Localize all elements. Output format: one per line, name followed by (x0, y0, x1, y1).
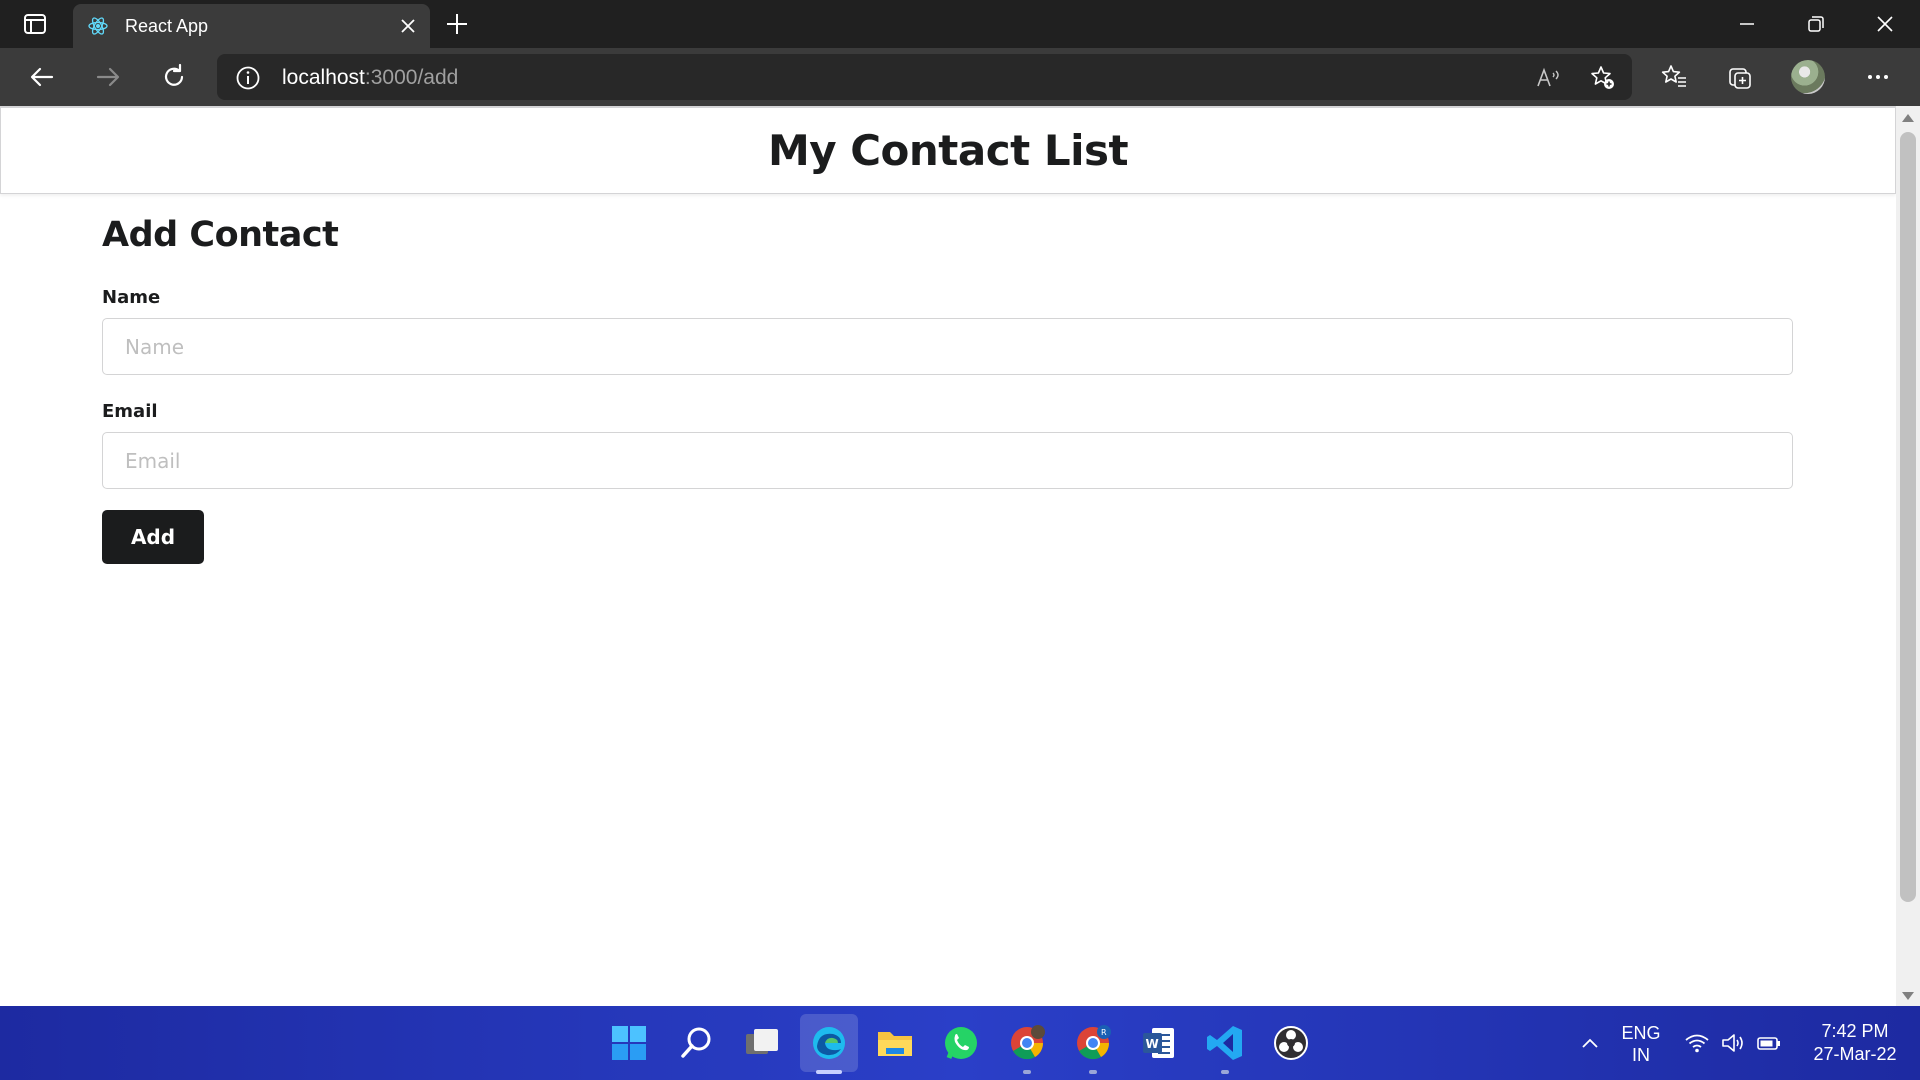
word-icon[interactable]: W (1138, 1022, 1180, 1064)
url-host: localhost (282, 66, 365, 89)
address-bar[interactable]: localhost:3000/add (217, 54, 1632, 100)
back-icon[interactable] (28, 63, 56, 91)
form-title: Add Contact (102, 215, 339, 255)
vscode-running-indicator (1221, 1070, 1229, 1074)
browser-tab-active[interactable]: React App (73, 4, 430, 48)
task-view-icon[interactable] (742, 1022, 784, 1064)
chrome-profile-running-indicator (1089, 1070, 1097, 1074)
collections-icon[interactable] (1726, 63, 1754, 91)
tab-actions-icon[interactable] (22, 12, 48, 36)
refresh-icon[interactable] (160, 63, 188, 91)
edge-icon[interactable] (808, 1022, 850, 1064)
name-input[interactable] (102, 318, 1793, 375)
info-icon[interactable] (235, 65, 261, 91)
email-input[interactable] (102, 432, 1793, 489)
scroll-up-arrow-icon[interactable] (1902, 114, 1914, 122)
url-path: :3000/add (364, 66, 459, 89)
svg-text:W: W (1146, 1037, 1159, 1051)
windows-taskbar: R W ENG IN 7:42 PM 27-Mar-22 (0, 1006, 1920, 1080)
app-header: My Contact List (0, 107, 1896, 194)
more-icon[interactable] (1864, 63, 1892, 91)
tab-title: React App (125, 16, 209, 36)
page-viewport: My Contact List Add Contact Name Email A… (0, 106, 1896, 1006)
chrome-running-indicator (1023, 1070, 1031, 1074)
clock-time: 7:42 PM (1821, 1021, 1889, 1041)
language-code: ENG (1621, 1023, 1661, 1043)
language-indicator[interactable]: ENG IN (1616, 1022, 1666, 1066)
read-aloud-icon[interactable] (1534, 64, 1562, 92)
chevron-up-icon[interactable] (1577, 1030, 1603, 1056)
url-text[interactable]: localhost:3000/add (282, 66, 458, 90)
battery-icon[interactable] (1756, 1030, 1782, 1056)
react-icon (88, 17, 108, 35)
file-explorer-icon[interactable] (874, 1022, 916, 1064)
minimize-icon[interactable] (1735, 12, 1759, 36)
browser-toolbar: localhost:3000/add (0, 48, 1920, 106)
scrollbar-thumb[interactable] (1900, 132, 1916, 902)
new-tab-icon[interactable] (445, 12, 469, 36)
forward-icon[interactable] (94, 63, 122, 91)
page-title: My Contact List (767, 126, 1129, 175)
favorites-icon[interactable] (1660, 63, 1688, 91)
scroll-down-arrow-icon[interactable] (1902, 992, 1914, 1000)
obs-icon[interactable] (1270, 1022, 1312, 1064)
svg-text:R: R (1101, 1028, 1107, 1037)
restore-icon[interactable] (1804, 12, 1828, 36)
email-label: Email (102, 401, 158, 422)
page-scrollbar[interactable] (1896, 106, 1920, 1006)
window-close-icon[interactable] (1873, 12, 1897, 36)
clock[interactable]: 7:42 PM 27-Mar-22 (1790, 1020, 1920, 1066)
windows-start-icon[interactable] (608, 1022, 650, 1064)
close-tab-icon[interactable] (400, 18, 416, 34)
chrome-profile-icon[interactable]: R (1072, 1022, 1114, 1064)
profile-avatar[interactable] (1791, 60, 1825, 94)
region-code: IN (1632, 1045, 1650, 1065)
edge-running-indicator (816, 1070, 842, 1074)
volume-icon[interactable] (1720, 1030, 1746, 1056)
vscode-icon[interactable] (1204, 1022, 1246, 1064)
clock-date: 27-Mar-22 (1813, 1044, 1897, 1064)
browser-titlebar: React App (0, 0, 1920, 48)
search-icon[interactable] (676, 1022, 718, 1064)
whatsapp-icon[interactable] (940, 1022, 982, 1064)
add-favorite-icon[interactable] (1589, 64, 1617, 92)
name-label: Name (102, 287, 161, 308)
add-button[interactable]: Add (102, 510, 204, 564)
wifi-icon[interactable] (1684, 1030, 1710, 1056)
chrome-icon[interactable] (1006, 1022, 1048, 1064)
add-contact-form: Add Contact Name Email Add (102, 215, 1793, 564)
